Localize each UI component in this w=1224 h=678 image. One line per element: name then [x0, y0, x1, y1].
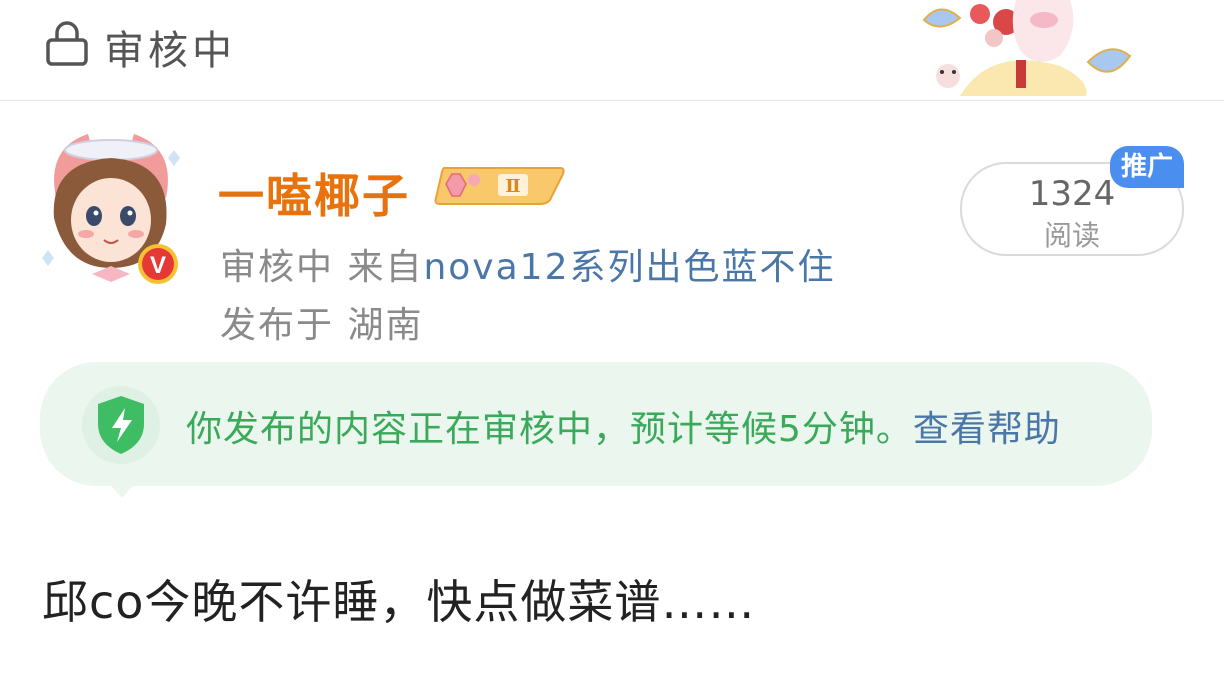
- post-source-line: 审核中 来自nova12系列出色蓝不住: [220, 238, 835, 290]
- promo-badge[interactable]: 推广: [1110, 146, 1184, 188]
- review-notice: 你发布的内容正在审核中，预计等候5分钟。查看帮助: [40, 362, 1152, 498]
- read-label: 阅读: [1043, 219, 1100, 252]
- shield-icon: [82, 386, 160, 464]
- verified-badge: V: [150, 252, 166, 279]
- notice-bubble-tail: [108, 482, 136, 498]
- level-badge-label: Ⅱ: [505, 176, 520, 197]
- review-notice-text: 你发布的内容正在审核中，预计等候5分钟。查看帮助: [186, 400, 1061, 452]
- post-location: 发布于 湖南: [220, 305, 424, 346]
- device-name: nova12系列出色蓝不住: [423, 247, 836, 288]
- level-badge: Ⅱ: [434, 167, 565, 205]
- avatar[interactable]: V: [36, 128, 186, 288]
- post-title: 邱co今晚不许睡，快点做菜谱……: [42, 575, 756, 629]
- page-status-title: 审核中: [104, 28, 236, 74]
- lock-icon: [46, 21, 88, 66]
- review-notice-message: 你发布的内容正在审核中，预计等候5分钟。: [186, 409, 913, 450]
- author-name[interactable]: 一嗑椰子: [218, 160, 410, 226]
- help-link[interactable]: 查看帮助: [913, 409, 1061, 450]
- review-status: 审核中 来自: [220, 247, 424, 288]
- top-bar: 审核中: [0, 0, 1224, 101]
- decoration-illustration: [922, 0, 1132, 96]
